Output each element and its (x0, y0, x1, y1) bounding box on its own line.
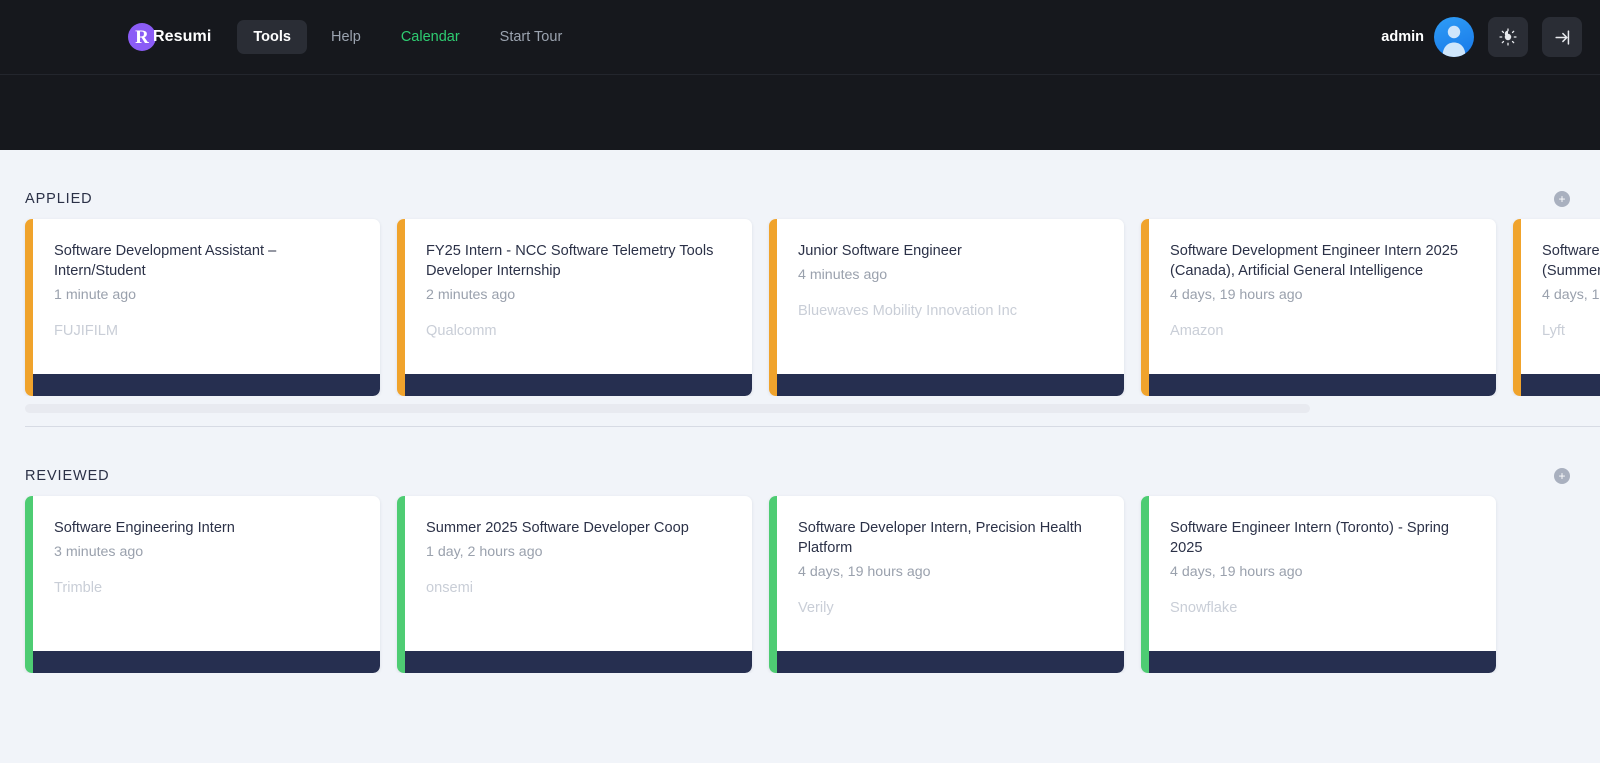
toolbar-band (0, 75, 1600, 150)
job-card[interactable]: Software Engineer Intern (Toronto) - Spr… (1141, 496, 1496, 673)
person-avatar-icon (1442, 25, 1466, 57)
card-company: Amazon (1170, 323, 1224, 339)
card-row-applied: Software Development Assistant – Intern/… (0, 208, 1600, 396)
sun-moon-icon (1499, 28, 1517, 46)
card-footer-bar (1521, 374, 1600, 396)
card-status-accent (25, 219, 33, 396)
card-body: Software Developer Intern, Precision Hea… (777, 496, 1124, 673)
card-title: Software Development Assistant – Intern/… (54, 243, 277, 279)
logout-button[interactable] (1542, 17, 1582, 57)
section-title-applied: APPLIED (25, 191, 93, 207)
card-timestamp: 4 minutes ago (798, 267, 888, 283)
section-header-reviewed: REVIEWED + (0, 427, 1600, 485)
card-footer-bar (33, 374, 380, 396)
card-footer-bar (1149, 374, 1496, 396)
card-title: Junior Software Engineer (798, 243, 962, 259)
card-body: Summer 2025 Software Developer Coop 1 da… (405, 496, 752, 673)
section-reviewed: REVIEWED + Software Engineering Intern 3… (0, 427, 1600, 673)
job-card[interactable]: Junior Software Engineer 4 minutes ago B… (769, 219, 1124, 396)
job-card[interactable]: Software Developer Intern, Precision Hea… (769, 496, 1124, 673)
card-footer-bar (777, 651, 1124, 673)
nav-link-start-tour[interactable]: Start Tour (484, 20, 579, 54)
card-status-accent (1141, 219, 1149, 396)
job-card[interactable]: Software Engineering Intern 3 minutes ag… (25, 496, 380, 673)
card-title: FY25 Intern - NCC Software Telemetry Too… (426, 243, 714, 279)
card-status-accent (769, 496, 777, 673)
card-timestamp: 2 minutes ago (426, 287, 516, 303)
theme-toggle-button[interactable] (1488, 17, 1528, 57)
card-body: Junior Software Engineer 4 minutes ago B… (777, 219, 1124, 396)
job-card[interactable]: FY25 Intern - NCC Software Telemetry Too… (397, 219, 752, 396)
card-status-accent (397, 219, 405, 396)
card-footer-bar (777, 374, 1124, 396)
nav-links: Tools Help Calendar Start Tour (237, 20, 578, 54)
brand-initial: R (135, 26, 149, 48)
job-card[interactable]: Software Development Engineer Intern 202… (1141, 219, 1496, 396)
top-navbar: R Resumi Tools Help Calendar Start Tour … (0, 0, 1600, 75)
card-body: Software Engineer Intern (Summer 2025) 4… (1521, 219, 1600, 396)
card-footer-bar (405, 374, 752, 396)
job-card[interactable]: Summer 2025 Software Developer Coop 1 da… (397, 496, 752, 673)
card-status-accent (1141, 496, 1149, 673)
horizontal-scrollbar[interactable] (25, 404, 1575, 413)
card-status-accent (1513, 219, 1521, 396)
card-status-accent (769, 219, 777, 396)
card-timestamp: 1 minute ago (54, 287, 137, 303)
card-timestamp: 4 days, 19 hours ago (1542, 287, 1600, 303)
card-footer-bar (405, 651, 752, 673)
card-timestamp: 4 days, 19 hours ago (1170, 564, 1303, 580)
user-name: admin (1381, 29, 1424, 45)
card-company: Qualcomm (426, 323, 497, 339)
arrow-right-exit-icon (1554, 29, 1569, 45)
navbar-right-controls: admin (1381, 17, 1582, 57)
card-body: Software Development Engineer Intern 202… (1149, 219, 1496, 396)
card-status-accent (25, 496, 33, 673)
card-title: Software Engineering Intern (54, 520, 235, 536)
card-row-reviewed: Software Engineering Intern 3 minutes ag… (0, 485, 1600, 673)
card-title: Software Engineer Intern (Toronto) - Spr… (1170, 520, 1450, 556)
card-body: Software Engineer Intern (Toronto) - Spr… (1149, 496, 1496, 673)
card-timestamp: 1 day, 2 hours ago (426, 544, 543, 560)
card-company: Snowflake (1170, 600, 1238, 616)
job-card[interactable]: Software Engineer Intern (Summer 2025) 4… (1513, 219, 1600, 396)
card-footer-bar (1149, 651, 1496, 673)
card-title: Software Development Engineer Intern 202… (1170, 243, 1458, 279)
brand-logo[interactable]: R Resumi (128, 23, 211, 51)
card-body: FY25 Intern - NCC Software Telemetry Too… (405, 219, 752, 396)
card-status-accent (397, 496, 405, 673)
section-header-applied: APPLIED + (0, 150, 1600, 208)
applied-scroll-area (0, 396, 1600, 427)
add-card-button-reviewed[interactable]: + (1554, 468, 1570, 484)
nav-link-help[interactable]: Help (315, 20, 377, 54)
brand-name: Resumi (153, 28, 212, 45)
nav-link-tools[interactable]: Tools (237, 20, 307, 54)
card-body: Software Development Assistant – Intern/… (33, 219, 380, 396)
card-timestamp: 4 days, 19 hours ago (798, 564, 931, 580)
card-body: Software Engineering Intern 3 minutes ag… (33, 496, 380, 673)
job-card[interactable]: Software Development Assistant – Intern/… (25, 219, 380, 396)
job-board: APPLIED + Software Development Assistant… (0, 150, 1600, 673)
avatar[interactable] (1434, 17, 1474, 57)
card-title: Software Developer Intern, Precision Hea… (798, 520, 1082, 556)
resumi-logo-icon: R (128, 23, 156, 51)
card-company: FUJIFILM (54, 323, 119, 339)
card-title: Software Engineer Intern (Summer 2025) (1542, 243, 1600, 279)
add-card-button-applied[interactable]: + (1554, 191, 1570, 207)
card-title: Summer 2025 Software Developer Coop (426, 520, 689, 536)
card-company: Trimble (54, 580, 103, 596)
card-timestamp: 4 days, 19 hours ago (1170, 287, 1303, 303)
card-footer-bar (33, 651, 380, 673)
section-title-reviewed: REVIEWED (25, 468, 110, 484)
scrollbar-thumb[interactable] (25, 404, 1310, 413)
nav-link-calendar[interactable]: Calendar (385, 20, 476, 54)
section-applied: APPLIED + Software Development Assistant… (0, 150, 1600, 427)
card-company: onsemi (426, 580, 474, 596)
card-timestamp: 3 minutes ago (54, 544, 144, 560)
card-company: Lyft (1542, 323, 1565, 339)
card-company: Bluewaves Mobility Innovation Inc (798, 303, 1018, 319)
card-company: Verily (798, 600, 834, 616)
